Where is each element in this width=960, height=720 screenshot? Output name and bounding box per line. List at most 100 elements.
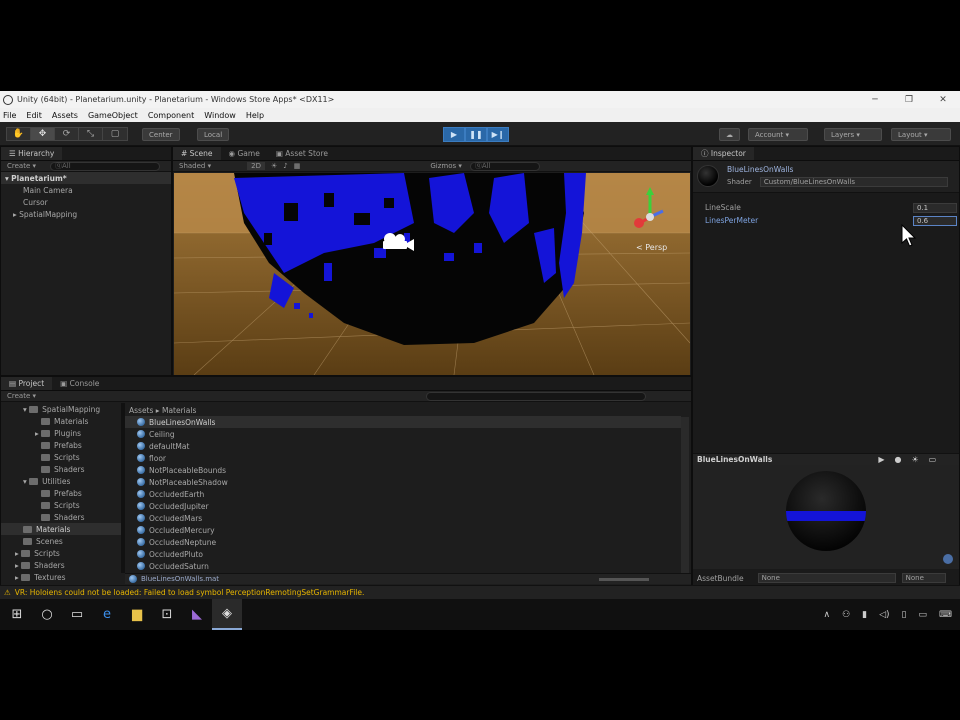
project-search-input[interactable] xyxy=(426,391,647,401)
scene-search-input[interactable]: ⓠAll xyxy=(469,161,540,171)
asset-item[interactable]: floor xyxy=(125,452,681,464)
tab-inspector[interactable]: ⓘ Inspector xyxy=(693,147,754,160)
status-bar[interactable]: ⚠ VR: Holoiens could not be loaded: Fail… xyxy=(0,585,960,599)
project-create-button[interactable]: Create ▾ xyxy=(7,392,36,400)
asset-item[interactable]: OccludedMars xyxy=(125,512,681,524)
folder-item-selected[interactable]: Materials xyxy=(1,523,121,535)
move-tool-icon[interactable]: ✥ xyxy=(31,128,55,140)
hierarchy-item-expandable[interactable]: ▸ SpatialMapping xyxy=(1,208,171,220)
menu-help[interactable]: Help xyxy=(246,111,264,120)
folder-item[interactable]: Scenes xyxy=(1,535,121,547)
scene-root-item[interactable]: ▾ Planetarium* xyxy=(1,172,171,184)
cloud-icon[interactable]: ☁ xyxy=(719,128,740,141)
persp-label[interactable]: < Persp xyxy=(636,243,667,252)
asset-item[interactable]: defaultMat xyxy=(125,440,681,452)
tray-message-icon[interactable]: ▭ xyxy=(918,610,927,620)
pivot-toggle[interactable]: Center xyxy=(142,128,180,141)
step-icon[interactable]: ▶❙ xyxy=(487,127,509,142)
file-explorer-icon[interactable]: ▆ xyxy=(122,599,152,630)
tab-project[interactable]: ▤ Project xyxy=(1,377,53,390)
tray-network-icon[interactable]: ▮ xyxy=(862,610,867,620)
asset-item[interactable]: OccludedPluto xyxy=(125,548,681,560)
tab-scene[interactable]: # Scene xyxy=(173,147,221,160)
assetbundle-dropdown[interactable]: None xyxy=(757,573,896,583)
unity-taskbar-icon[interactable]: ◈ xyxy=(212,599,242,630)
preview-light-icon[interactable]: ☀ xyxy=(911,455,918,464)
preview-settings-icon[interactable]: ▭ xyxy=(929,455,937,464)
effects-toggle-icon[interactable]: ▦ xyxy=(294,162,301,170)
preview-sphere-icon[interactable]: ● xyxy=(895,455,902,464)
scene-viewport[interactable]: < Persp xyxy=(174,173,690,375)
tab-console[interactable]: ▣ Console xyxy=(52,377,107,390)
minimize-button[interactable]: ─ xyxy=(858,91,892,108)
tray-chevron-icon[interactable]: ∧ xyxy=(823,610,830,620)
folder-item[interactable]: Scripts xyxy=(1,499,121,511)
store-icon[interactable]: ⊡ xyxy=(152,599,182,630)
folder-item[interactable]: ▸ Scripts xyxy=(1,547,121,559)
asset-item[interactable]: OccludedSaturn xyxy=(125,560,681,572)
menu-gameobject[interactable]: GameObject xyxy=(88,111,138,120)
layers-dropdown[interactable]: Layers ▾ xyxy=(824,128,882,141)
menu-assets[interactable]: Assets xyxy=(52,111,78,120)
account-dropdown[interactable]: Account ▾ xyxy=(748,128,808,141)
linescale-input[interactable]: 0.1 xyxy=(913,202,957,213)
hierarchy-item[interactable]: Cursor xyxy=(1,196,171,208)
play-icon[interactable]: ▶ xyxy=(443,127,465,142)
tab-hierarchy[interactable]: ☰ Hierarchy xyxy=(1,147,63,160)
menu-file[interactable]: File xyxy=(3,111,16,120)
tab-game[interactable]: ◉ Game xyxy=(221,147,268,160)
folder-item[interactable]: Scripts xyxy=(1,451,121,463)
folder-item[interactable]: Materials xyxy=(1,415,121,427)
hierarchy-create-button[interactable]: Create ▾ xyxy=(7,162,36,170)
material-preview-area[interactable] xyxy=(693,465,959,569)
breadcrumb-item[interactable]: Assets xyxy=(129,406,153,415)
asset-item[interactable]: Ceiling xyxy=(125,428,681,440)
preview-play-icon[interactable]: ▶ xyxy=(878,455,884,464)
edge-icon[interactable]: e xyxy=(92,599,122,630)
folder-item[interactable]: Prefabs xyxy=(1,487,121,499)
folder-item[interactable]: ▸ Plugins xyxy=(1,427,121,439)
close-button[interactable]: ✕ xyxy=(926,91,960,108)
asset-item[interactable]: OccludedMercury xyxy=(125,524,681,536)
asset-item[interactable]: NotPlaceableShadow xyxy=(125,476,681,488)
asset-item[interactable]: OccludedEarth xyxy=(125,488,681,500)
icon-size-slider[interactable] xyxy=(599,577,650,581)
cortana-icon[interactable]: ○ xyxy=(32,599,62,630)
layout-dropdown[interactable]: Layout ▾ xyxy=(891,128,951,141)
rotate-tool-icon[interactable]: ⟳ xyxy=(55,128,79,140)
breadcrumb-item[interactable]: Materials xyxy=(162,406,196,415)
menu-window[interactable]: Window xyxy=(204,111,236,120)
hierarchy-search-input[interactable]: ⓠAll xyxy=(50,161,161,171)
asset-item-selected[interactable]: BlueLinesOnWalls xyxy=(125,416,681,428)
tab-asset-store[interactable]: ▣ Asset Store xyxy=(268,147,336,160)
rect-tool-icon[interactable]: ▢ xyxy=(103,128,127,140)
scale-tool-icon[interactable]: ⤡ xyxy=(79,128,103,140)
windows-start-icon[interactable]: ⊞ xyxy=(2,599,32,630)
audio-toggle-icon[interactable]: ♪ xyxy=(283,162,287,170)
tray-volume-icon[interactable]: ◁) xyxy=(879,610,889,620)
space-toggle[interactable]: Local xyxy=(197,128,230,141)
folder-item[interactable]: ▸ Textures xyxy=(1,571,121,583)
menu-edit[interactable]: Edit xyxy=(26,111,42,120)
shader-dropdown[interactable]: Custom/BlueLinesOnWalls xyxy=(759,177,948,187)
folder-item[interactable]: ▾ Utilities xyxy=(1,475,121,487)
project-scrollbar[interactable] xyxy=(681,417,689,577)
task-view-icon[interactable]: ▭ xyxy=(62,599,92,630)
tray-notification-icon[interactable]: ▯ xyxy=(902,610,907,620)
tray-people-icon[interactable]: ⚇ xyxy=(842,610,850,620)
hand-tool-icon[interactable]: ✋ xyxy=(7,128,31,140)
asset-item[interactable]: OccludedNeptune xyxy=(125,536,681,548)
gizmos-dropdown[interactable]: Gizmos ▾ xyxy=(430,162,462,170)
folder-item[interactable]: ▾ SpatialMapping xyxy=(1,403,121,415)
asset-item[interactable]: NotPlaceableBounds xyxy=(125,464,681,476)
folder-item[interactable]: Prefabs xyxy=(1,439,121,451)
maximize-button[interactable]: ❐ xyxy=(892,91,926,108)
lighting-toggle-icon[interactable]: ☀ xyxy=(271,162,277,170)
hierarchy-item[interactable]: Main Camera xyxy=(1,184,171,196)
menu-component[interactable]: Component xyxy=(148,111,194,120)
folder-item[interactable]: Shaders xyxy=(1,511,121,523)
2d-toggle[interactable]: 2D xyxy=(247,162,265,170)
pause-icon[interactable]: ❚❚ xyxy=(465,127,487,142)
folder-item[interactable]: ▸ Shaders xyxy=(1,559,121,571)
visual-studio-icon[interactable]: ◣ xyxy=(182,599,212,630)
